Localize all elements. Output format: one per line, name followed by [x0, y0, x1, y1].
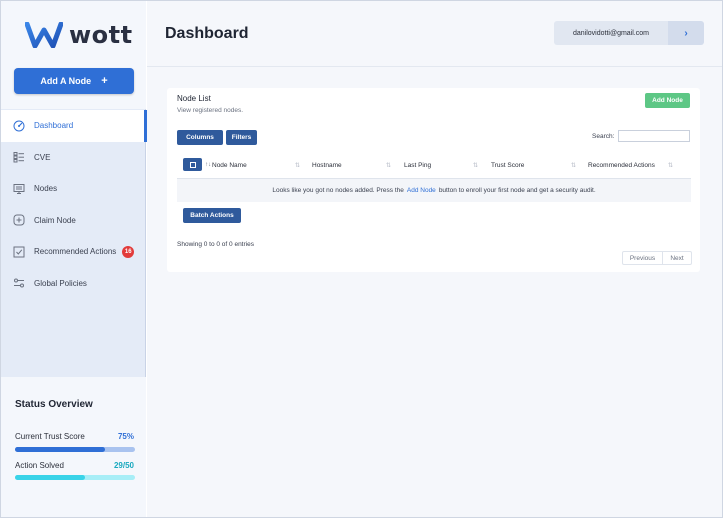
- node-list-subtitle: View registered nodes.: [177, 107, 244, 114]
- action-solved-bar: [15, 475, 135, 480]
- list-icon: [13, 151, 25, 163]
- sidebar-item-label: Recommended Actions: [34, 247, 117, 257]
- plus-square-icon: [13, 214, 25, 226]
- sort-icon[interactable]: ⇅: [295, 162, 300, 169]
- gauge-icon: [13, 120, 25, 132]
- pagination: Previous Next: [622, 251, 692, 265]
- sort-icon[interactable]: ↑↓: [205, 162, 211, 168]
- sidebar: wott Add A Node + Dashboard CVE Nodes Cl…: [1, 1, 147, 517]
- recommended-actions-badge: 16: [122, 245, 135, 258]
- search-label: Search:: [592, 133, 615, 140]
- wott-logo-icon: [25, 22, 63, 48]
- sidebar-item-nodes[interactable]: Nodes: [1, 173, 146, 205]
- add-a-node-label: Add A Node: [40, 76, 92, 86]
- empty-message-prefix: Looks like you got no nodes added. Press…: [272, 187, 404, 194]
- column-node-name[interactable]: Node Name: [212, 162, 247, 169]
- add-node-link[interactable]: Add Node: [407, 187, 436, 194]
- user-email[interactable]: danilovidotti@gmail.com: [554, 21, 668, 45]
- columns-button[interactable]: Columns: [177, 130, 223, 145]
- table-header: ↑↓ Node Name ⇅ Hostname ⇅ Last Ping ⇅ Tr…: [177, 153, 691, 179]
- search-input[interactable]: [618, 130, 690, 142]
- empty-table-message: Looks like you got no nodes added. Press…: [177, 179, 691, 202]
- logo-area: wott Add A Node +: [1, 1, 146, 109]
- sidebar-item-label: Global Policies: [34, 278, 87, 288]
- sidebar-item-label: Nodes: [34, 184, 58, 194]
- top-bar: Dashboard danilovidotti@gmail.com ›: [147, 1, 722, 67]
- plus-icon: +: [101, 75, 108, 87]
- column-hostname[interactable]: Hostname: [312, 162, 342, 169]
- sidebar-item-dashboard[interactable]: Dashboard: [1, 110, 147, 142]
- main-content: Dashboard danilovidotti@gmail.com › Node…: [147, 1, 722, 517]
- previous-page-button[interactable]: Previous: [623, 252, 663, 264]
- action-solved-value: 29/50: [113, 461, 134, 470]
- entries-info: Showing 0 to 0 of 0 entries: [177, 241, 254, 248]
- trust-score-bar-fill: [15, 447, 105, 452]
- page-title: Dashboard: [165, 25, 249, 42]
- node-list-card: Node List View registered nodes. Add Nod…: [167, 88, 700, 272]
- sidebar-item-global-policies[interactable]: Global Policies: [1, 268, 146, 300]
- column-recommended-actions[interactable]: Recommended Actions: [588, 162, 655, 169]
- sidebar-item-label: Claim Node: [34, 215, 76, 225]
- next-page-button[interactable]: Next: [663, 252, 691, 264]
- sliders-icon: [13, 277, 25, 289]
- sidebar-item-recommended-actions[interactable]: Recommended Actions 16: [1, 236, 146, 268]
- select-all-checkbox[interactable]: [183, 158, 202, 171]
- status-overview-title: Status Overview: [15, 399, 93, 410]
- trust-score-value: 75%: [117, 432, 134, 441]
- checkbox-icon: [189, 161, 196, 168]
- add-node-button[interactable]: Add Node: [645, 93, 690, 108]
- action-solved-bar-fill: [15, 475, 85, 480]
- chevron-right-icon[interactable]: ›: [668, 21, 704, 45]
- sidebar-item-label: Dashboard: [34, 121, 74, 131]
- sidebar-item-label: CVE: [34, 152, 51, 162]
- sort-icon[interactable]: ⇅: [571, 162, 576, 169]
- wott-logo[interactable]: wott: [25, 21, 133, 49]
- column-last-ping[interactable]: Last Ping: [404, 162, 431, 169]
- add-a-node-button[interactable]: Add A Node +: [14, 68, 134, 94]
- sort-icon[interactable]: ⇅: [386, 162, 391, 169]
- trust-score-bar: [15, 447, 135, 452]
- sidebar-item-cve[interactable]: CVE: [1, 142, 146, 174]
- sidebar-item-claim-node[interactable]: Claim Node: [1, 205, 146, 237]
- status-overview: Status Overview Current Trust Score 75% …: [1, 377, 146, 517]
- check-square-icon: [13, 246, 25, 258]
- batch-actions-button[interactable]: Batch Actions: [183, 208, 241, 223]
- filters-button[interactable]: Filters: [226, 130, 257, 145]
- trust-score-label: Current Trust Score: [15, 432, 85, 441]
- sidebar-nav: Dashboard CVE Nodes Claim Node Recommend…: [1, 110, 147, 300]
- empty-message-suffix: button to enroll your first node and get…: [438, 187, 596, 194]
- user-menu[interactable]: danilovidotti@gmail.com ›: [554, 21, 704, 45]
- sort-icon[interactable]: ⇅: [668, 162, 673, 169]
- monitor-icon: [13, 183, 25, 195]
- column-trust-score[interactable]: Trust Score: [491, 162, 524, 169]
- logo-text: wott: [69, 21, 133, 49]
- sort-icon[interactable]: ⇅: [473, 162, 478, 169]
- node-list-title: Node List: [177, 94, 211, 103]
- action-solved-label: Action Solved: [15, 461, 64, 470]
